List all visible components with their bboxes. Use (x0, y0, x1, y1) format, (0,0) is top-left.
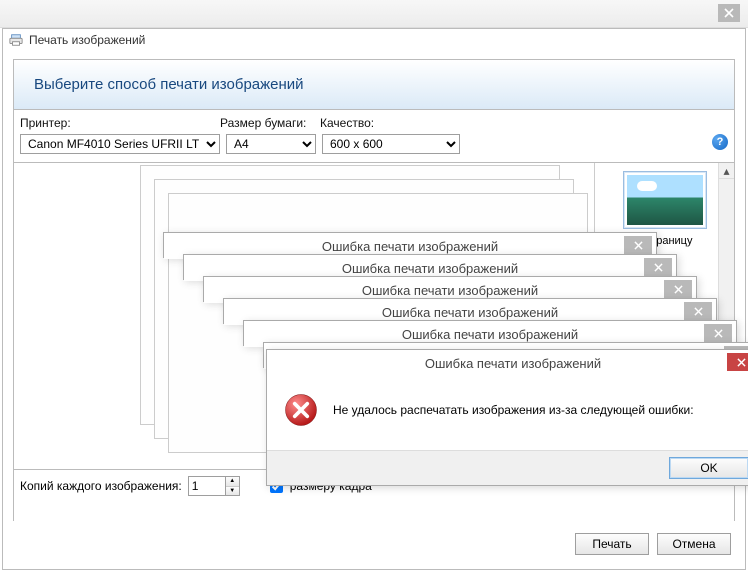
copies-label: Копий каждого изображения: (20, 479, 182, 493)
printer-icon (9, 33, 23, 47)
error-dialog-title: Ошибка печати изображений (382, 305, 558, 320)
paper-size-select[interactable]: A4 (226, 134, 316, 154)
sample-photo-icon (627, 175, 703, 225)
copies-input[interactable] (188, 476, 226, 496)
quality-select[interactable]: 600 x 600 (322, 134, 460, 154)
close-icon[interactable] (644, 258, 672, 276)
error-dialog-title: Ошибка печати изображений (402, 327, 578, 342)
close-icon[interactable] (727, 353, 748, 371)
error-message: Не удалось распечатать изображения из-за… (333, 403, 694, 417)
cancel-button[interactable]: Отмена (657, 533, 731, 555)
print-button[interactable]: Печать (575, 533, 649, 555)
wizard-header-text: Выберите способ печати изображений (34, 76, 304, 93)
printer-select[interactable]: Canon MF4010 Series UFRII LT (20, 134, 220, 154)
close-icon[interactable] (664, 280, 692, 298)
ok-button[interactable]: OK (669, 457, 748, 479)
wizard-header: Выберите способ печати изображений (14, 60, 734, 109)
top-close-button[interactable] (718, 4, 740, 22)
printer-label: Принтер: (20, 116, 220, 130)
quality-label: Качество: (320, 116, 460, 130)
error-dialog-title: Ошибка печати изображений (425, 356, 601, 371)
help-icon[interactable]: ? (712, 134, 728, 150)
footer-buttons: Печать Отмена (575, 533, 731, 555)
close-icon[interactable] (704, 324, 732, 342)
copies-up-button[interactable]: ▲ (226, 477, 239, 487)
app-top-bar (0, 0, 748, 28)
error-dialog: Ошибка печати изображений Не удалось рас… (266, 349, 748, 486)
window-titlebar: Печать изображений (3, 29, 745, 51)
copies-stepper[interactable]: ▲ ▼ (188, 476, 240, 496)
close-icon[interactable] (624, 236, 652, 254)
close-icon[interactable] (684, 302, 712, 320)
scroll-up-arrow-icon[interactable]: ▴ (719, 163, 734, 179)
window-title: Печать изображений (29, 33, 145, 47)
error-icon (283, 392, 319, 428)
options-row: Принтер: Размер бумаги: Качество: Canon … (14, 109, 734, 163)
paper-size-label: Размер бумаги: (220, 116, 320, 130)
copies-down-button[interactable]: ▼ (226, 487, 239, 496)
error-dialog-title: Ошибка печати изображений (342, 261, 518, 276)
error-dialog-title: Ошибка печати изображений (362, 283, 538, 298)
layout-template-thumb[interactable] (623, 171, 707, 229)
error-dialog-title: Ошибка печати изображений (322, 239, 498, 254)
